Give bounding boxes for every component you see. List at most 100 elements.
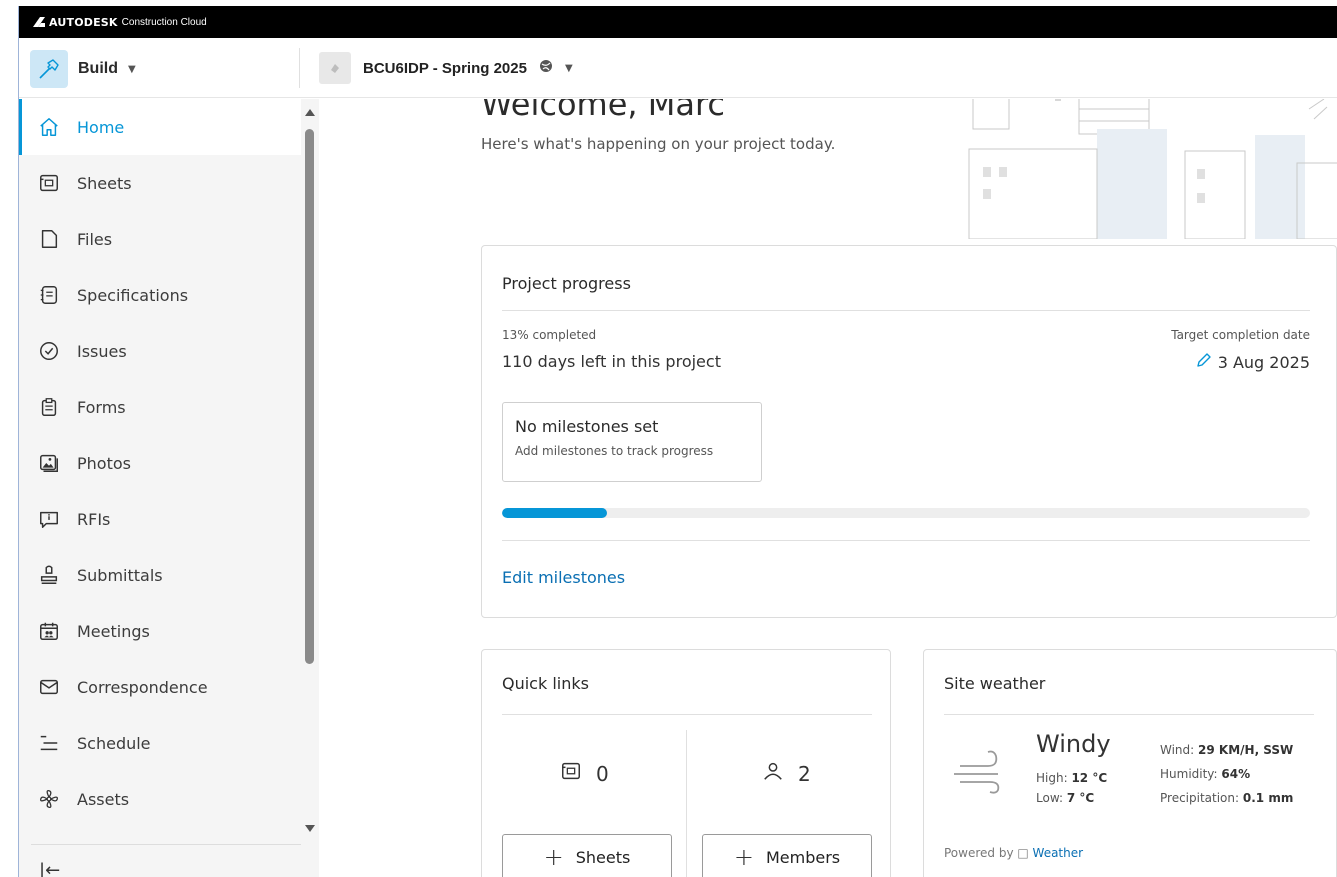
stamp-icon <box>37 563 61 587</box>
project-thumbnail-icon <box>319 52 351 84</box>
powered-by: Powered by □ Weather <box>944 846 1083 860</box>
sidebar: Home Sheets Files Specifications Issues … <box>19 99 319 877</box>
low-temp: 7 °C <box>1066 791 1095 805</box>
sidebar-item-label: Schedule <box>77 733 151 753</box>
members-count-value: 2 <box>798 761 811 786</box>
sidebar-item-label: Meetings <box>77 621 150 641</box>
globe-icon <box>539 59 553 77</box>
module-switcher[interactable]: Build ▼ <box>30 50 136 88</box>
top-bar: AUTODESK Construction Cloud <box>19 6 1337 38</box>
wind-value: 29 KM/H, SSW <box>1198 743 1294 757</box>
high-temp: 12 °C <box>1071 771 1108 785</box>
issues-check-icon <box>37 339 61 363</box>
edit-milestones-link[interactable]: Edit milestones <box>502 568 625 587</box>
sidebar-item-label: Assets <box>77 789 130 809</box>
sidebar-item-assets[interactable]: Assets <box>19 771 301 827</box>
add-sheets-label: Sheets <box>575 847 631 867</box>
calendar-people-icon <box>37 619 61 643</box>
app-window: AUTODESK Construction Cloud Build ▼ BCU6… <box>18 6 1337 877</box>
autodesk-logo[interactable]: AUTODESK Construction Cloud <box>33 16 207 29</box>
precipitation-label: Precipitation: <box>1160 791 1240 805</box>
scroll-up-arrow-icon[interactable] <box>305 109 315 116</box>
rfi-icon <box>37 507 61 531</box>
sidebar-item-label: Submittals <box>77 565 163 585</box>
target-completion-date[interactable]: 3 Aug 2025 <box>1196 352 1310 372</box>
project-name: BCU6IDP - Spring 2025 <box>363 59 527 77</box>
divider <box>502 310 1310 311</box>
plus-icon: + <box>733 843 754 871</box>
sheets-count[interactable]: 0 <box>560 760 609 787</box>
main-content: Welcome, Marc Here's what's happening on… <box>319 99 1337 877</box>
sidebar-item-meetings[interactable]: Meetings <box>19 603 301 659</box>
sidebar-item-label: Sheets <box>77 173 132 193</box>
milestones-empty-box: No milestones set Add milestones to trac… <box>502 402 762 482</box>
members-count[interactable]: 2 <box>762 760 811 787</box>
brand-product: Construction Cloud <box>121 16 207 28</box>
scroll-down-arrow-icon[interactable] <box>305 825 315 832</box>
sidebar-scrollbar[interactable] <box>303 105 317 835</box>
weather-condition: Windy <box>1036 730 1111 758</box>
percent-completed: 13% completed <box>502 328 597 342</box>
divider <box>944 714 1314 715</box>
divider <box>502 714 872 715</box>
weather-temps: High: 12 °C Low: 7 °C <box>1036 768 1107 808</box>
humidity-label: Humidity: <box>1160 767 1218 781</box>
project-switcher[interactable]: BCU6IDP - Spring 2025 ▼ <box>319 52 573 84</box>
weather-provider-link[interactable]: Weather <box>1033 846 1084 860</box>
sidebar-item-rfis[interactable]: RFIs <box>19 491 301 547</box>
collapse-sidebar-icon[interactable]: |← <box>39 860 60 877</box>
home-icon <box>37 115 61 139</box>
sidebar-item-specifications[interactable]: Specifications <box>19 267 301 323</box>
divider <box>686 730 687 877</box>
milestones-empty-title: No milestones set <box>515 417 659 436</box>
project-progress-card: Project progress 13% completed 110 days … <box>481 245 1337 618</box>
sidebar-item-label: RFIs <box>77 509 111 529</box>
precipitation-value: 0.1 mm <box>1242 791 1294 805</box>
sidebar-item-label: Home <box>77 117 125 137</box>
add-members-label: Members <box>765 847 841 867</box>
progress-bar <box>502 508 1310 518</box>
sidebar-item-home[interactable]: Home <box>19 99 301 155</box>
sidebar-item-submittals[interactable]: Submittals <box>19 547 301 603</box>
divider <box>502 540 1310 541</box>
module-header: Build ▼ BCU6IDP - Spring 2025 ▼ <box>19 38 1337 98</box>
sidebar-nav: Home Sheets Files Specifications Issues … <box>19 99 301 827</box>
hammer-icon <box>30 50 68 88</box>
brand-name: AUTODESK <box>49 15 118 29</box>
sidebar-item-forms[interactable]: Forms <box>19 379 301 435</box>
sidebar-item-label: Files <box>77 229 113 249</box>
sidebar-item-label: Photos <box>77 453 131 473</box>
specifications-icon <box>37 283 61 307</box>
clipboard-icon <box>37 395 61 419</box>
add-sheets-button[interactable]: + Sheets <box>502 834 672 877</box>
sidebar-item-files[interactable]: Files <box>19 211 301 267</box>
pencil-icon[interactable] <box>1196 352 1212 372</box>
sidebar-item-label: Specifications <box>77 285 189 305</box>
sidebar-item-sheets[interactable]: Sheets <box>19 155 301 211</box>
sheets-icon <box>37 171 61 195</box>
humidity-value: 64% <box>1221 767 1251 781</box>
weather-details: Wind: 29 KM/H, SSW Humidity: 64% Precipi… <box>1160 738 1293 810</box>
add-members-button[interactable]: + Members <box>702 834 872 877</box>
autodesk-a-icon <box>33 17 45 27</box>
wind-icon <box>954 750 1000 794</box>
schedule-icon <box>37 731 61 755</box>
milestones-empty-hint: Add milestones to track progress <box>515 444 714 458</box>
sidebar-item-label: Issues <box>77 341 127 361</box>
high-label: High: <box>1036 771 1068 785</box>
powered-by-label: Powered by □ <box>944 846 1029 860</box>
envelope-icon <box>37 675 61 699</box>
welcome-heading: Welcome, Marc <box>481 99 725 123</box>
card-title: Site weather <box>944 674 1046 693</box>
chevron-down-icon: ▼ <box>128 63 136 75</box>
sidebar-item-correspondence[interactable]: Correspondence <box>19 659 301 715</box>
sidebar-item-label: Forms <box>77 397 126 417</box>
scroll-thumb[interactable] <box>305 129 314 664</box>
target-completion-label: Target completion date <box>1171 328 1310 342</box>
sidebar-item-schedule[interactable]: Schedule <box>19 715 301 771</box>
sidebar-item-photos[interactable]: Photos <box>19 435 301 491</box>
sidebar-item-issues[interactable]: Issues <box>19 323 301 379</box>
site-weather-card: Site weather Windy High: 12 °C Low: 7 °C… <box>923 649 1337 877</box>
person-icon <box>762 760 784 787</box>
sheets-icon <box>560 760 582 787</box>
